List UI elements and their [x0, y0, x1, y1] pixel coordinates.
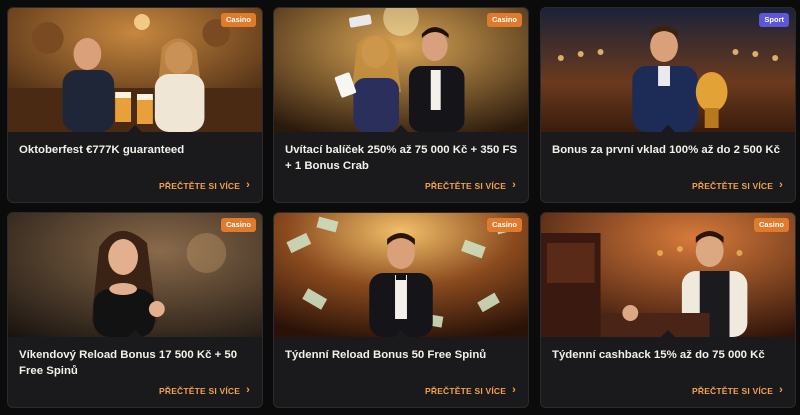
- read-more-label: PŘEČTĚTE SI VÍCE: [691, 180, 774, 191]
- category-badge: Casino: [220, 218, 256, 232]
- promo-title: Víkendový Reload Bonus 17 500 Kč + 50 Fr…: [19, 349, 238, 377]
- promo-title: Týdenní Reload Bonus 50 Free Spinů: [285, 349, 487, 361]
- read-more-link[interactable]: PŘEČTĚTE SI VÍCE ›: [425, 180, 516, 191]
- read-more-label: PŘEČTĚTE SI VÍCE: [691, 385, 774, 396]
- read-more-label: PŘEČTĚTE SI VÍCE: [424, 180, 507, 191]
- promo-image: Casino: [8, 213, 262, 337]
- category-badge: Casino: [220, 13, 256, 27]
- promo-image: Casino: [274, 213, 528, 337]
- chevron-right-icon: ›: [779, 179, 783, 191]
- promo-card-weekly-reload[interactable]: Casino Týdenní Reload Bonus 50 Free Spin…: [273, 212, 529, 408]
- promo-title: Týdenní cashback 15% až do 75 000 Kč: [552, 349, 765, 361]
- promo-card-weekly-cashback[interactable]: Casino Týdenní cashback 15% až do 75 000…: [540, 212, 796, 408]
- read-more-label: PŘEČTĚTE SI VÍCE: [158, 385, 241, 396]
- read-more-link[interactable]: PŘEČTĚTE SI VÍCE ›: [692, 385, 783, 396]
- promo-image: Casino: [274, 8, 528, 132]
- chevron-right-icon: ›: [779, 384, 783, 396]
- promo-title: Uvítací balíček 250% až 75 000 Kč + 350 …: [285, 144, 518, 172]
- read-more-link[interactable]: PŘEČTĚTE SI VÍCE ›: [159, 180, 250, 191]
- chevron-right-icon: ›: [512, 384, 516, 396]
- promo-title: Oktoberfest €777K guaranteed: [19, 144, 185, 156]
- promo-title: Bonus za první vklad 100% až do 2 500 Kč: [552, 144, 780, 156]
- chevron-right-icon: ›: [246, 179, 250, 191]
- chevron-right-icon: ›: [246, 384, 250, 396]
- read-more-link[interactable]: PŘEČTĚTE SI VÍCE ›: [159, 385, 250, 396]
- category-badge: Sport: [759, 13, 789, 27]
- read-more-link[interactable]: PŘEČTĚTE SI VÍCE ›: [425, 385, 516, 396]
- promotions-grid: Casino Oktoberfest €777K guaranteed PŘEČ…: [0, 0, 800, 415]
- promo-card-welcome-package[interactable]: Casino Uvítací balíček 250% až 75 000 Kč…: [273, 7, 529, 203]
- promo-card-oktoberfest[interactable]: Casino Oktoberfest €777K guaranteed PŘEČ…: [7, 7, 263, 203]
- promo-image: Casino: [8, 8, 262, 132]
- read-more-link[interactable]: PŘEČTĚTE SI VÍCE ›: [692, 180, 783, 191]
- promo-image: Casino: [541, 213, 795, 337]
- read-more-label: PŘEČTĚTE SI VÍCE: [424, 385, 507, 396]
- promo-image: Sport: [541, 8, 795, 132]
- category-badge: Casino: [486, 13, 522, 27]
- read-more-label: PŘEČTĚTE SI VÍCE: [158, 180, 241, 191]
- category-badge: Casino: [486, 218, 522, 232]
- chevron-right-icon: ›: [512, 179, 516, 191]
- promo-card-sport-first-deposit[interactable]: Sport Bonus za první vklad 100% až do 2 …: [540, 7, 796, 203]
- category-badge: Casino: [753, 218, 789, 232]
- promo-card-weekend-reload[interactable]: Casino Víkendový Reload Bonus 17 500 Kč …: [7, 212, 263, 408]
